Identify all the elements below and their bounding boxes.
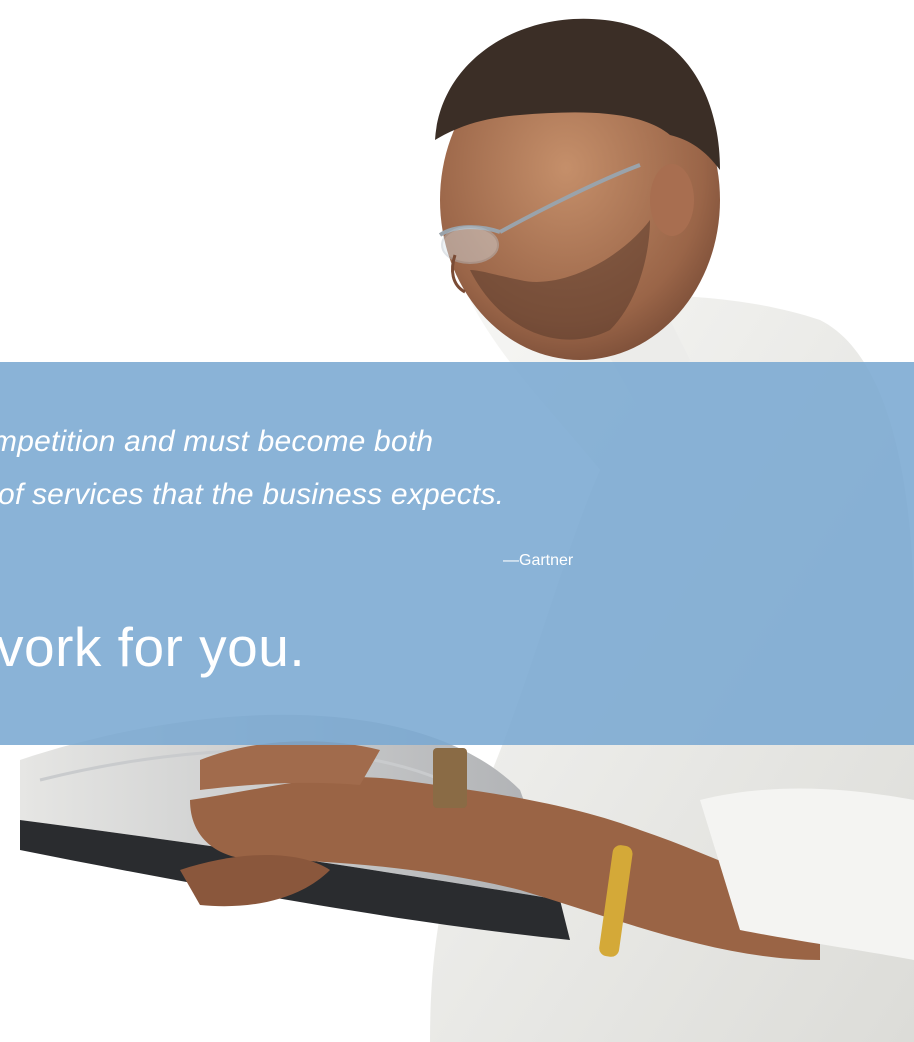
quote-band [0,362,914,745]
quote-line-1: mpetition and must become both [0,425,434,458]
headline: vork for you. [0,616,306,678]
quote-line-2: of services that the business expects. [0,478,505,511]
brochure-page: mpetition and must become both of servic… [0,0,914,1042]
quote-attribution: —Gartner [503,552,574,569]
